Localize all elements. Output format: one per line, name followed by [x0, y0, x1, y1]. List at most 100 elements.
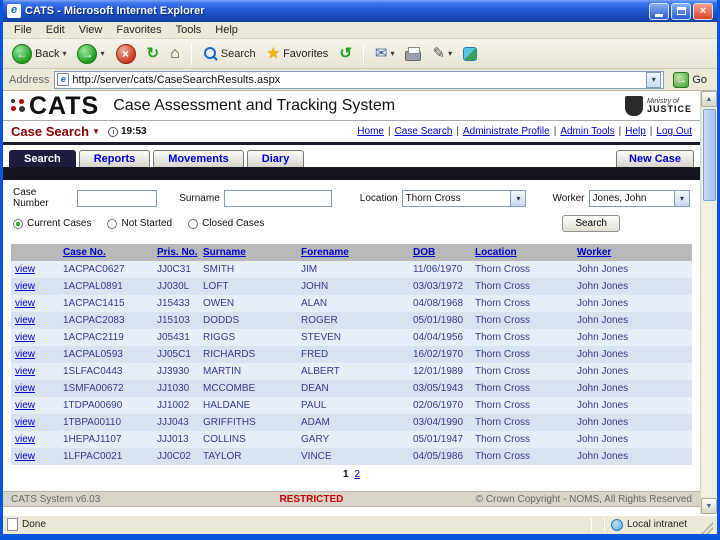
tab-diary[interactable]: Diary	[246, 150, 305, 167]
worker-select[interactable]: Jones, John ▾	[588, 189, 690, 207]
cell-forename: DEAN	[301, 383, 329, 394]
view-link[interactable]: view	[15, 383, 35, 394]
search-button[interactable]: Search	[562, 215, 620, 232]
search-toolbar-button[interactable]: Search	[200, 45, 259, 62]
location-select[interactable]: Thorn Cross ▾	[401, 189, 527, 207]
forward-dropdown-icon: ▾	[100, 49, 105, 58]
status-doc-icon	[7, 518, 18, 531]
browser-window: e CATS - Microsoft Internet Explorer × F…	[0, 0, 720, 540]
address-dropdown-icon[interactable]: ▾	[646, 71, 662, 88]
cell-worker: John Jones	[577, 315, 629, 326]
cell-dob: 03/04/1990	[413, 417, 464, 428]
view-link[interactable]: view	[15, 451, 35, 462]
nav-separator: |	[387, 126, 391, 137]
view-cell: view	[11, 295, 59, 312]
case-number-input[interactable]	[77, 189, 158, 207]
refresh-button[interactable]: ↻	[144, 44, 163, 64]
tab-reports[interactable]: Reports	[78, 150, 151, 167]
address-bar: Address e ▾ → Go	[3, 69, 717, 91]
col-dob[interactable]: DOB	[409, 244, 471, 261]
address-input[interactable]	[72, 73, 644, 86]
menu-favorites[interactable]: Favorites	[109, 23, 168, 37]
cell-location: Thorn Cross	[475, 298, 531, 309]
scroll-up-button[interactable]: ▲	[701, 91, 717, 107]
forward-button[interactable]: → ▾	[74, 43, 107, 65]
view-cell: view	[11, 261, 59, 278]
vertical-scrollbar[interactable]: ▲ ▼	[700, 91, 717, 514]
restricted-badge: RESTRICTED	[279, 493, 344, 505]
stop-button[interactable]: ×	[113, 43, 139, 65]
moj-crest-icon	[624, 95, 643, 116]
col-forename[interactable]: Forename	[297, 244, 409, 261]
go-button[interactable]: → Go	[669, 71, 711, 89]
back-button[interactable]: ← Back ▾	[9, 43, 69, 65]
view-link[interactable]: view	[15, 400, 35, 411]
print-icon	[405, 47, 422, 61]
view-link[interactable]: view	[15, 417, 35, 428]
close-button[interactable]: ×	[693, 2, 713, 20]
cell-surname: GRIFFITHS	[203, 417, 256, 428]
table-row: view 1HEPAJ1107 JJJ013 COLLINS GARY 05/01/194…	[11, 431, 692, 448]
cell-case-no: 1SLFAC0443	[63, 366, 123, 377]
nav-home[interactable]: Home	[357, 126, 384, 137]
print-button[interactable]	[402, 45, 424, 62]
table-row: view 1ACPAC1415 J15433 OWEN ALAN 04/08/1968 Th…	[11, 295, 692, 312]
cell-surname: TAYLOR	[203, 451, 242, 462]
scrollbar-thumb[interactable]	[702, 109, 716, 201]
view-cell: view	[11, 329, 59, 346]
view-link[interactable]: view	[15, 366, 35, 377]
search-form: Case Number Surname Location Thorn Cross…	[3, 180, 700, 236]
cell-case-no: 1ACPAC2119	[63, 332, 124, 343]
col-worker[interactable]: Worker	[573, 244, 692, 261]
surname-input[interactable]	[223, 189, 332, 207]
resize-grip[interactable]	[701, 522, 713, 534]
cell-dob: 05/01/1980	[413, 315, 464, 326]
favorites-button[interactable]: ★ Favorites	[264, 44, 332, 64]
cell-location: Thorn Cross	[475, 264, 531, 275]
nav-admin-tools[interactable]: Admin Tools	[560, 126, 614, 137]
view-link[interactable]: view	[15, 298, 35, 309]
radio-closed-cases[interactable]: Closed Cases	[188, 218, 264, 229]
cats-logo-dots-icon	[11, 99, 25, 112]
scroll-down-button[interactable]: ▼	[701, 498, 717, 514]
nav-case-search[interactable]: Case Search	[395, 126, 453, 137]
tab-search[interactable]: Search	[9, 150, 76, 167]
view-link[interactable]: view	[15, 349, 35, 360]
page-number-2-link[interactable]: 2	[355, 469, 361, 480]
nav-administrate-profile[interactable]: Administrate Profile	[463, 126, 550, 137]
view-link[interactable]: view	[15, 434, 35, 445]
col-case-no[interactable]: Case No.	[59, 244, 153, 261]
maximize-button[interactable]	[671, 2, 691, 20]
menu-file[interactable]: File	[7, 23, 39, 37]
minimize-button[interactable]	[649, 2, 669, 20]
cell-location: Thorn Cross	[475, 383, 531, 394]
col-surname[interactable]: Surname	[199, 244, 297, 261]
history-button[interactable]: ↺	[336, 44, 355, 64]
new-case-button[interactable]: New Case	[616, 150, 694, 167]
nav-log-out[interactable]: Log Out	[656, 126, 692, 137]
nav-help[interactable]: Help	[625, 126, 646, 137]
menu-help[interactable]: Help	[208, 23, 245, 37]
menu-view[interactable]: View	[72, 23, 110, 37]
cell-location: Thorn Cross	[475, 366, 531, 377]
col-pris-no[interactable]: Pris. No.	[153, 244, 199, 261]
view-link[interactable]: view	[15, 315, 35, 326]
radio-current-cases[interactable]: Current Cases	[13, 218, 91, 229]
cell-forename: PAUL	[301, 400, 327, 411]
edit-button[interactable]: ✎ ▾	[429, 44, 455, 64]
view-link[interactable]: view	[15, 281, 35, 292]
cell-location: Thorn Cross	[475, 315, 531, 326]
menu-tools[interactable]: Tools	[169, 23, 209, 37]
menu-edit[interactable]: Edit	[39, 23, 72, 37]
view-link[interactable]: view	[15, 332, 35, 343]
cell-pris-no: JJ3930	[157, 366, 190, 377]
col-location[interactable]: Location	[471, 244, 573, 261]
home-button[interactable]: ⌂	[167, 44, 183, 64]
view-link[interactable]: view	[15, 264, 35, 275]
browser-toolbar: ← Back ▾ → ▾ × ↻ ⌂ Search ★ Favorites ↺	[3, 39, 717, 69]
radio-not-started[interactable]: Not Started	[107, 218, 172, 229]
page-title: Case Search	[11, 124, 90, 139]
tab-movements[interactable]: Movements	[153, 150, 244, 167]
messenger-button[interactable]	[460, 46, 480, 62]
mail-button[interactable]: ✉ ▾	[372, 44, 398, 64]
